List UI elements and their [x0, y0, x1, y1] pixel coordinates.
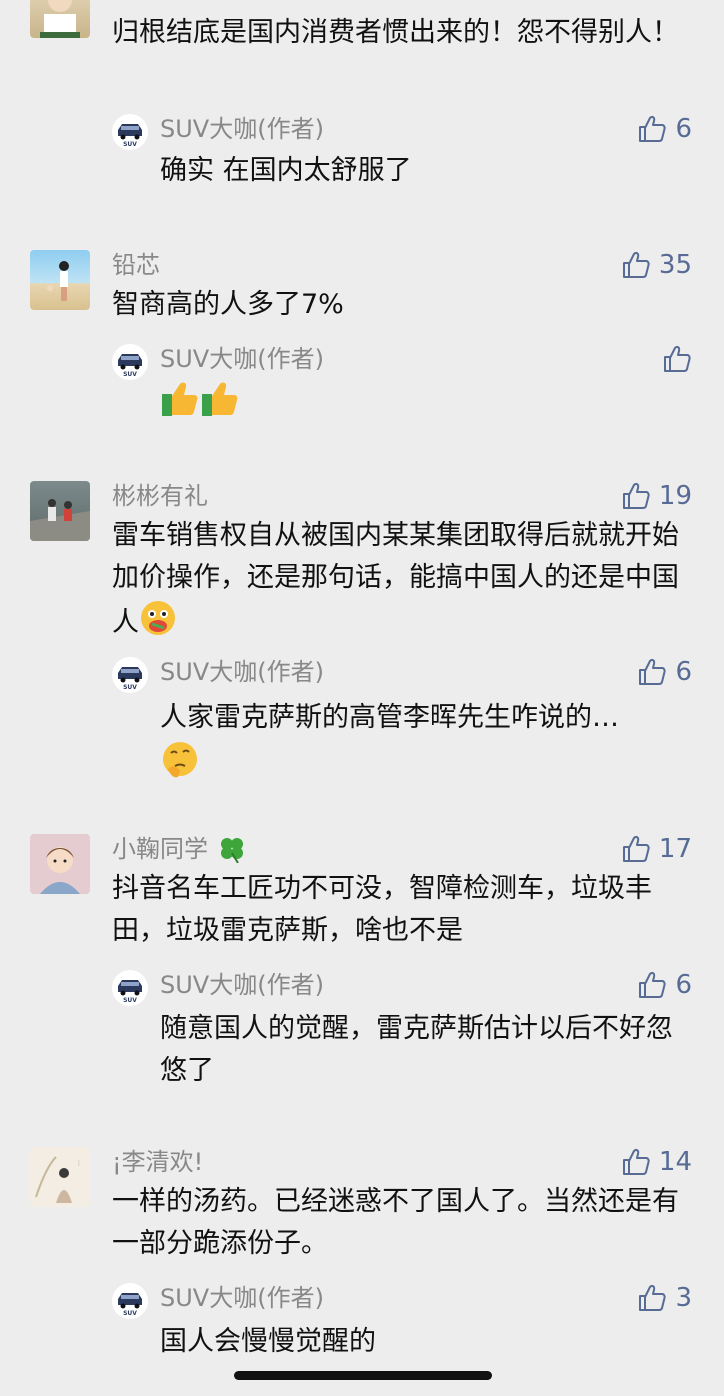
- like-count: 6: [675, 657, 692, 687]
- reply-author-name[interactable]: SUV大咖(作者): [160, 657, 324, 687]
- clover-icon: [220, 838, 243, 864]
- avatar[interactable]: ⋮: [30, 1147, 90, 1207]
- avatar-image-icon: [40, 847, 80, 894]
- commenter-name[interactable]: ¡李清欢!: [112, 1147, 203, 1177]
- reply-text: 确实 在国内太舒服了: [160, 155, 412, 186]
- comment-text-body: 雷车销售权自从被国内某某集团取得后就就开始加价操作，还是那句话，能搞中国人的还是…: [112, 520, 679, 638]
- comment-text: 雷车销售权自从被国内某某集团取得后就就开始加价操作，还是那句话，能搞中国人的还是…: [112, 515, 692, 644]
- commenter-name-text: 小鞠同学: [112, 835, 208, 863]
- reply-author-name[interactable]: SUV大咖(作者): [160, 970, 324, 1000]
- like-count: 19: [658, 481, 692, 511]
- like-button[interactable]: 14: [621, 1145, 692, 1179]
- like-count: 35: [658, 250, 692, 280]
- thumbs-up-icon: [637, 1283, 667, 1313]
- comment-text: 智商高的人多了7%: [112, 289, 344, 320]
- reply-text: 随意国人的觉醒，雷克萨斯估计以后不好忽悠了: [160, 1013, 673, 1086]
- comment-text: 归根结底是国内消费者惯出来的！怨不得别人！: [112, 17, 679, 48]
- reply-author-name[interactable]: SUV大咖(作者): [160, 1283, 324, 1313]
- reply-text: 国人会慢慢觉醒的: [160, 1326, 376, 1357]
- like-button[interactable]: 19: [621, 479, 692, 513]
- like-count: 14: [658, 1147, 692, 1177]
- reply-like-button[interactable]: [662, 342, 692, 376]
- avatar[interactable]: [30, 0, 90, 38]
- thumbs-up-icon: [621, 1147, 651, 1177]
- reply-text: 人家雷克萨斯的高管李晖先生咋说的…: [160, 697, 696, 792]
- author-avatar[interactable]: [112, 344, 148, 380]
- commenter-name[interactable]: 铅芯: [112, 250, 160, 280]
- reply-like-button[interactable]: 6: [637, 112, 692, 146]
- like-count: 6: [675, 970, 692, 1000]
- commenter-name[interactable]: 小鞠同学: [112, 834, 248, 864]
- like-button[interactable]: 35: [621, 248, 692, 282]
- reply-like-button[interactable]: 3: [637, 1281, 692, 1315]
- avatar[interactable]: [30, 481, 90, 541]
- reply-like-button[interactable]: 6: [637, 655, 692, 689]
- eating-emoji-icon: [141, 601, 175, 635]
- avatar-image-icon: [40, 0, 80, 38]
- author-avatar[interactable]: [112, 657, 148, 693]
- author-avatar[interactable]: [112, 114, 148, 150]
- thumbs-up-icon: [621, 250, 651, 280]
- suv-logo-icon: [112, 1283, 148, 1319]
- comment-text: 一样的汤药。已经迷惑不了国人了。当然还是有一部分跪添份子。: [112, 1186, 679, 1259]
- thumbs-up-emoji-icon: [162, 382, 238, 416]
- thumbs-up-icon: [621, 834, 651, 864]
- author-avatar[interactable]: [112, 970, 148, 1006]
- home-indicator[interactable]: [234, 1371, 492, 1380]
- avatar-image-icon: ⋮: [35, 1156, 82, 1203]
- thumbs-up-icon: [637, 657, 667, 687]
- avatar-image-icon: [47, 261, 69, 301]
- thumbs-up-icon: [662, 344, 692, 374]
- suv-logo-icon: [112, 657, 148, 693]
- like-count: 6: [675, 114, 692, 144]
- reply-like-button[interactable]: 6: [637, 968, 692, 1002]
- thumbs-up-icon: [637, 114, 667, 144]
- author-avatar[interactable]: [112, 1283, 148, 1319]
- reply-text-body: 人家雷克萨斯的高管李晖先生咋说的…: [160, 702, 619, 733]
- reply-author-name[interactable]: SUV大咖(作者): [160, 344, 324, 374]
- like-button[interactable]: 17: [621, 832, 692, 866]
- commenter-name[interactable]: 彬彬有礼: [112, 481, 208, 511]
- svg-text:⋮: ⋮: [76, 1160, 82, 1167]
- suv-logo-icon: [112, 114, 148, 150]
- suv-logo-icon: [112, 344, 148, 380]
- like-count: 17: [658, 834, 692, 864]
- avatar-image-icon: [30, 499, 90, 541]
- comment-text: 抖音名车工匠功不可没，智障检测车，垃圾丰田，垃圾雷克萨斯，啥也不是: [112, 873, 652, 946]
- thumbs-up-icon: [637, 970, 667, 1000]
- reply-emoji: [160, 380, 696, 433]
- suv-logo-icon: [112, 970, 148, 1006]
- like-count: 3: [675, 1283, 692, 1313]
- reply-author-name[interactable]: SUV大咖(作者): [160, 114, 324, 144]
- thumbs-up-icon: [621, 481, 651, 511]
- avatar[interactable]: [30, 834, 90, 894]
- avatar[interactable]: [30, 250, 90, 310]
- thinking-emoji-icon: [163, 742, 197, 778]
